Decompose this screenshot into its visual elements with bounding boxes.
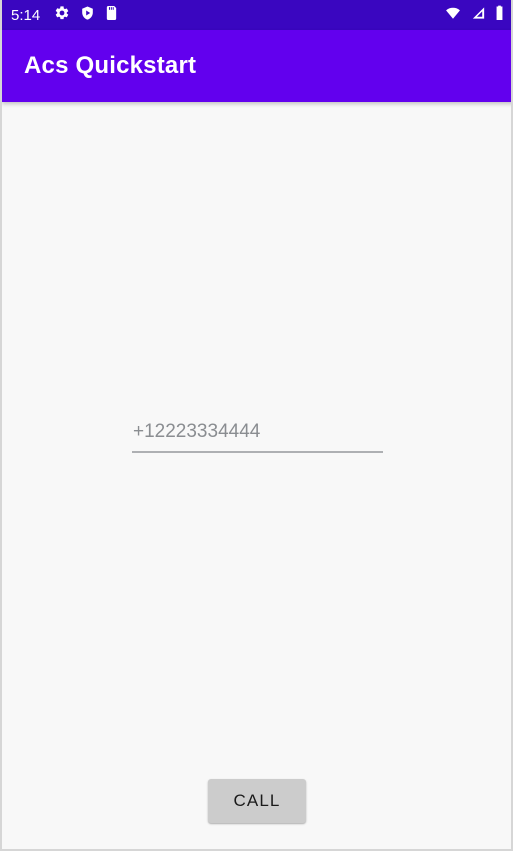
call-button[interactable]: CALL [208, 779, 306, 823]
battery-full-icon [494, 5, 505, 26]
sd-card-icon [105, 5, 118, 26]
main-content: CALL [2, 102, 511, 849]
shield-play-protect-icon [80, 5, 95, 26]
cellular-signal-icon [470, 5, 487, 26]
status-bar-clock: 5:14 [11, 6, 41, 24]
phone-number-field[interactable] [132, 420, 383, 453]
phone-input-underline [132, 450, 383, 453]
settings-gear-icon [54, 5, 70, 26]
device-screen: 5:14 Acs Quickstart +12223334444 CALL [0, 0, 513, 851]
app-bar: Acs Quickstart [2, 30, 511, 102]
phone-number-input[interactable] [132, 420, 383, 451]
status-bar: 5:14 [2, 0, 511, 30]
status-bar-system-icons [443, 5, 505, 26]
wifi-icon [443, 5, 463, 26]
app-bar-title: Acs Quickstart [24, 52, 197, 79]
status-bar-notification-icons [54, 5, 118, 26]
